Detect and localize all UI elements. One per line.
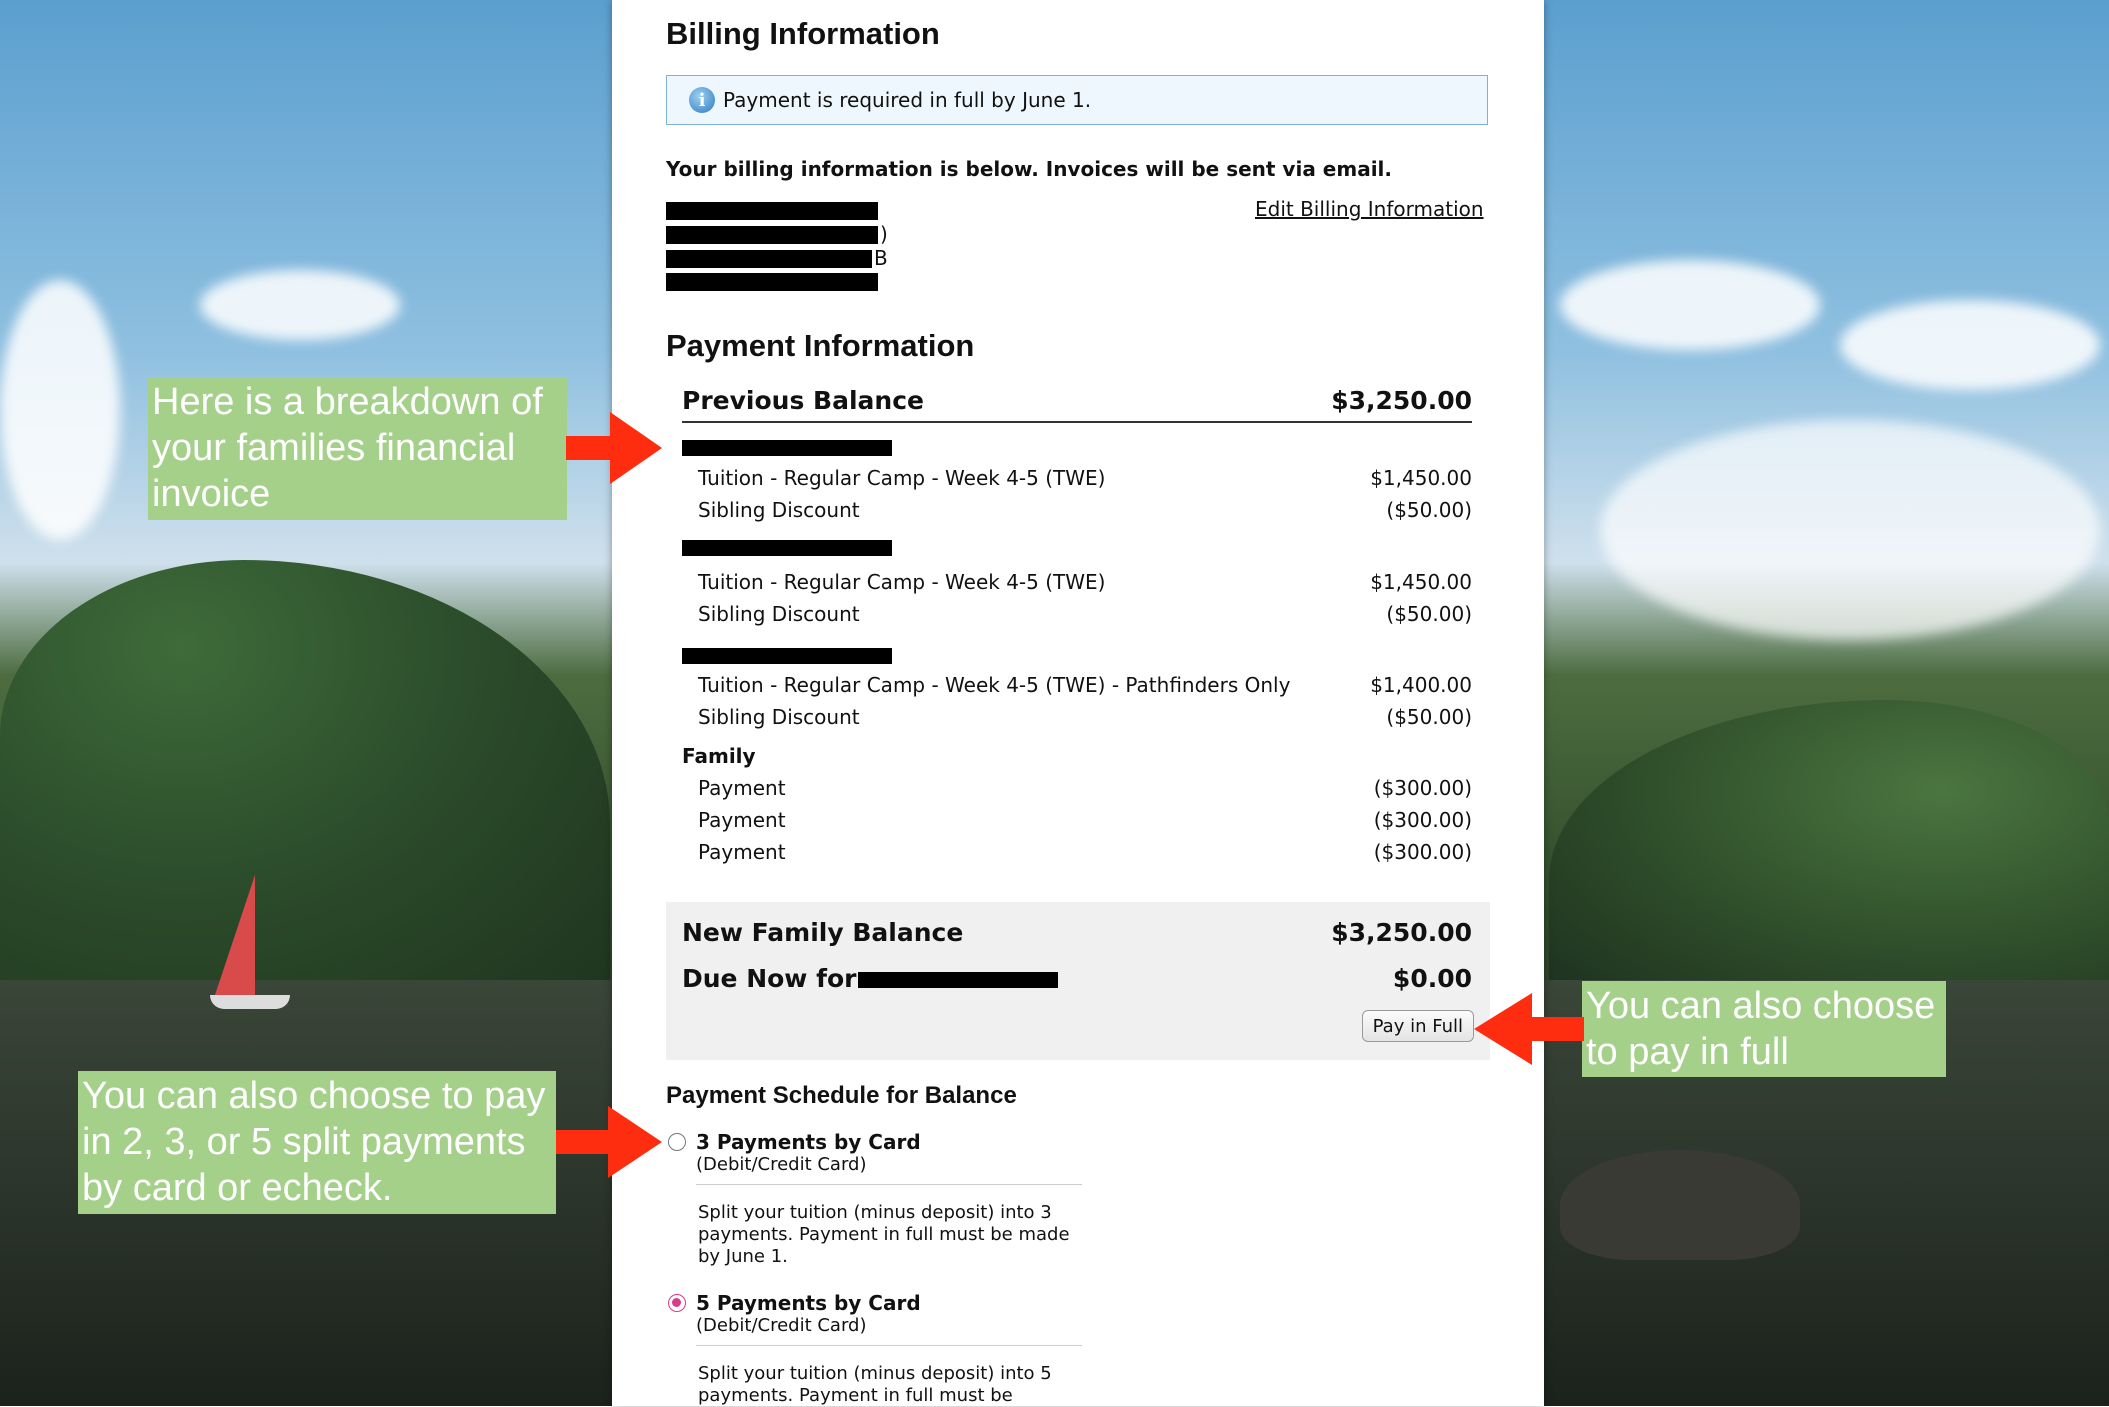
edit-billing-link[interactable]: Edit Billing Information bbox=[1255, 197, 1484, 221]
divider bbox=[696, 1345, 1082, 1346]
line-item-label: Sibling Discount bbox=[698, 498, 860, 522]
line-item: Sibling Discount ($50.00) bbox=[698, 498, 1472, 522]
previous-balance-row: Previous Balance $3,250.00 bbox=[682, 386, 1472, 423]
cloud bbox=[1560, 260, 1820, 350]
callout-pay-full: You can also choose to pay in full bbox=[1582, 981, 1946, 1077]
line-item-amount: $1,400.00 bbox=[1370, 673, 1472, 697]
line-item: Tuition - Regular Camp - Week 4-5 (TWE) … bbox=[698, 466, 1472, 490]
line-item: Sibling Discount ($50.00) bbox=[698, 602, 1472, 626]
option-description: Split your tuition (minus deposit) into … bbox=[698, 1202, 1070, 1267]
forest-left bbox=[0, 560, 610, 1000]
line-item-amount: $1,450.00 bbox=[1370, 570, 1472, 594]
address-line: ) bbox=[880, 222, 888, 246]
line-item-amount: ($50.00) bbox=[1386, 602, 1472, 626]
redaction-bar bbox=[666, 273, 878, 291]
previous-balance-value: $3,250.00 bbox=[1331, 386, 1472, 415]
billing-title: Billing Information bbox=[666, 16, 940, 51]
redaction-bar bbox=[682, 440, 892, 456]
line-item: Tuition - Regular Camp - Week 4-5 (TWE) … bbox=[698, 570, 1472, 594]
new-balance-value: $3,250.00 bbox=[1331, 918, 1472, 947]
arrow-right-icon bbox=[566, 412, 662, 484]
line-item-label: Tuition - Regular Camp - Week 4-5 (TWE) … bbox=[698, 673, 1291, 697]
callout-breakdown: Here is a breakdown of your families fin… bbox=[148, 377, 567, 520]
line-item-amount: ($300.00) bbox=[1373, 840, 1472, 864]
line-item-label: Sibling Discount bbox=[698, 705, 860, 729]
schedule-option-3-payments[interactable]: 3 Payments by Card (Debit/Credit Card) S… bbox=[668, 1130, 1088, 1280]
redaction-bar bbox=[682, 648, 892, 664]
line-item-amount: ($50.00) bbox=[1386, 498, 1472, 522]
redaction-bar bbox=[682, 540, 892, 556]
line-item: Payment ($300.00) bbox=[698, 776, 1472, 800]
line-item-amount: ($50.00) bbox=[1386, 705, 1472, 729]
line-item-label: Tuition - Regular Camp - Week 4-5 (TWE) bbox=[698, 466, 1106, 490]
radio-3-payments[interactable] bbox=[668, 1133, 686, 1151]
line-item-label: Payment bbox=[698, 840, 786, 864]
redaction-bar bbox=[666, 226, 878, 244]
line-item-label: Payment bbox=[698, 808, 786, 832]
schedule-title: Payment Schedule for Balance bbox=[666, 1082, 1017, 1109]
callout-split-payments: You can also choose to pay in 2, 3, or 5… bbox=[78, 1071, 556, 1214]
redaction-bar bbox=[666, 202, 878, 220]
cloud bbox=[0, 280, 120, 540]
line-item-label: Sibling Discount bbox=[698, 602, 860, 626]
option-title: 3 Payments by Card bbox=[696, 1130, 921, 1154]
info-icon: i bbox=[689, 87, 715, 113]
payment-title: Payment Information bbox=[666, 328, 975, 363]
balance-summary: New Family Balance $3,250.00 Due Now for… bbox=[666, 902, 1490, 1060]
line-item-label: Tuition - Regular Camp - Week 4-5 (TWE) bbox=[698, 570, 1106, 594]
option-title: 5 Payments by Card bbox=[696, 1291, 921, 1315]
redaction-bar bbox=[858, 972, 1058, 988]
line-item-amount: $1,450.00 bbox=[1370, 466, 1472, 490]
new-balance-row: New Family Balance $3,250.00 bbox=[682, 918, 1472, 947]
option-subtitle: (Debit/Credit Card) bbox=[696, 1154, 867, 1175]
line-item-label: Payment bbox=[698, 776, 786, 800]
line-item-amount: ($300.00) bbox=[1373, 808, 1472, 832]
rock bbox=[1560, 1150, 1800, 1260]
line-item: Payment ($300.00) bbox=[698, 840, 1472, 864]
divider bbox=[696, 1184, 1082, 1185]
radio-5-payments[interactable] bbox=[668, 1294, 686, 1312]
due-now-row: Due Now for $0.00 bbox=[682, 964, 1472, 993]
notice-text: Payment is required in full by June 1. bbox=[723, 88, 1092, 112]
schedule-option-5-payments[interactable]: 5 Payments by Card (Debit/Credit Card) S… bbox=[668, 1291, 1088, 1406]
new-balance-label: New Family Balance bbox=[682, 918, 964, 947]
previous-balance-label: Previous Balance bbox=[682, 386, 924, 415]
billing-panel: Billing Information i Payment is require… bbox=[612, 0, 1544, 1406]
payment-notice: i Payment is required in full by June 1. bbox=[666, 75, 1488, 125]
cloud bbox=[1840, 300, 2100, 390]
line-item: Tuition - Regular Camp - Week 4-5 (TWE) … bbox=[698, 673, 1472, 697]
line-item: Payment ($300.00) bbox=[698, 808, 1472, 832]
arrow-right-icon bbox=[556, 1106, 662, 1178]
due-now-value: $0.00 bbox=[1392, 964, 1472, 993]
arrow-left-icon bbox=[1474, 993, 1584, 1065]
family-group-title: Family bbox=[682, 744, 756, 768]
redaction-bar bbox=[666, 250, 872, 268]
sailboat bbox=[215, 875, 255, 995]
billing-intro: Your billing information is below. Invoi… bbox=[666, 157, 1392, 181]
option-subtitle: (Debit/Credit Card) bbox=[696, 1315, 867, 1336]
option-description: Split your tuition (minus deposit) into … bbox=[698, 1363, 1052, 1406]
pay-in-full-button[interactable]: Pay in Full bbox=[1361, 1010, 1474, 1042]
line-item: Sibling Discount ($50.00) bbox=[698, 705, 1472, 729]
sailboat-hull bbox=[210, 995, 290, 1009]
address-line: B bbox=[874, 246, 888, 270]
due-now-label: Due Now for bbox=[682, 964, 857, 993]
cloud bbox=[200, 270, 400, 340]
forest-right bbox=[1549, 700, 2109, 1000]
cloud bbox=[1600, 420, 2100, 640]
line-item-amount: ($300.00) bbox=[1373, 776, 1472, 800]
